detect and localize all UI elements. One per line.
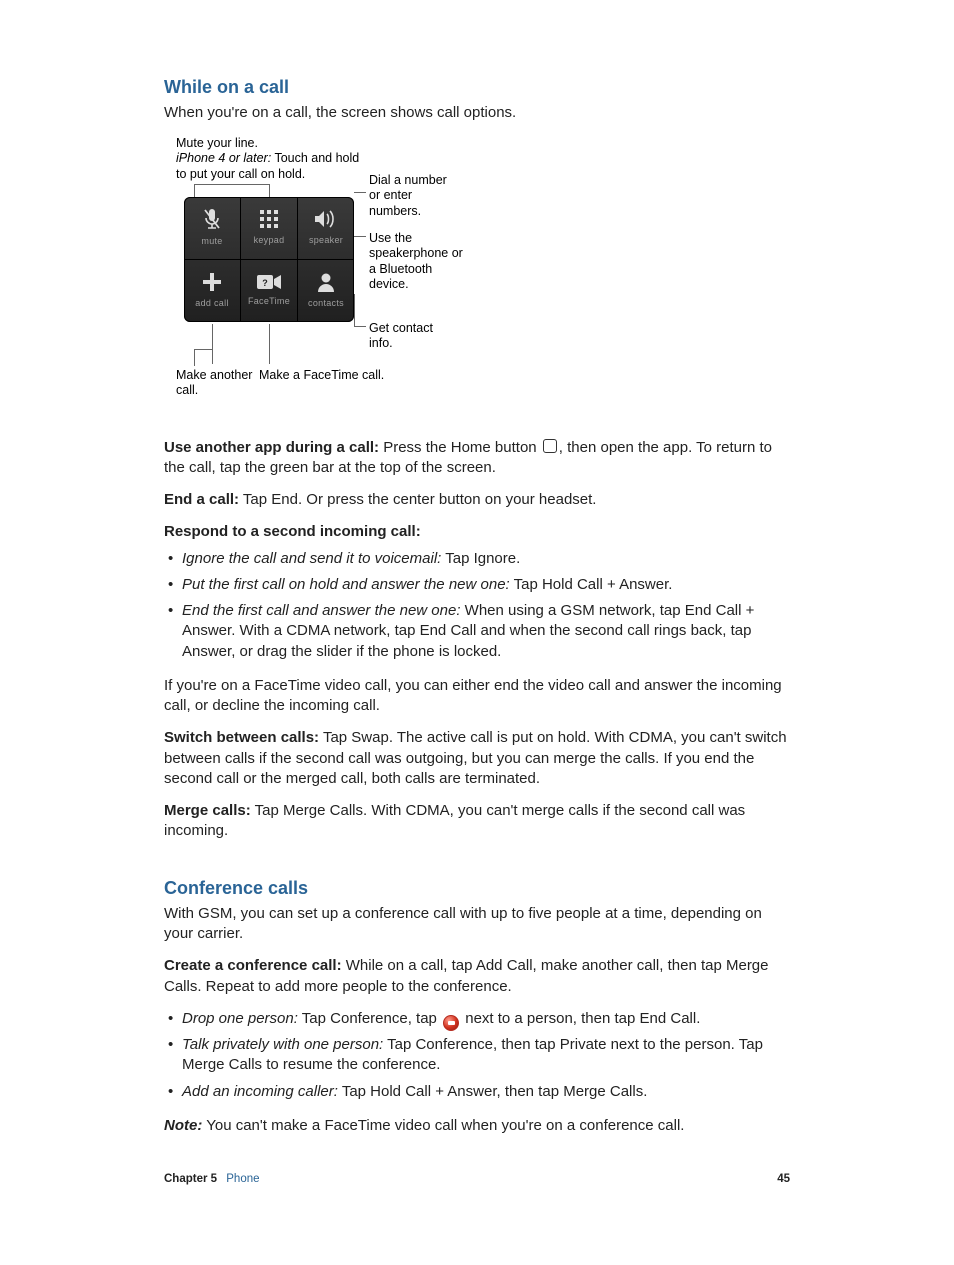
respond-heading: Respond to a second incoming call: — [164, 522, 790, 542]
merge-text: Tap Merge Calls. With CDMA, you can't me… — [164, 802, 745, 839]
keypad-button[interactable]: keypad — [241, 197, 298, 260]
note-text: You can't make a FaceTime video call whe… — [202, 1117, 684, 1134]
contacts-label: contacts — [308, 297, 344, 309]
bullet-body: Tap Ignore. — [441, 550, 520, 567]
switch-label: Switch between calls: — [164, 729, 319, 746]
call-options-panel: mute keypad — [184, 197, 354, 322]
speaker-label: speaker — [309, 234, 343, 246]
page-footer: Chapter 5 Phone 45 — [164, 1173, 790, 1185]
facetime-icon: ? — [256, 273, 282, 291]
callout-mute-line2: iPhone 4 or later: Touch and hold to put… — [176, 151, 366, 182]
callout-dial: Dial a number or enter numbers. — [369, 173, 459, 220]
bullet-lead: Add an incoming caller: — [182, 1083, 338, 1100]
footer-chapter: Chapter 5 — [164, 1173, 217, 1185]
create-conference-para: Create a conference call: While on a cal… — [164, 956, 790, 997]
end-call-red-icon — [443, 1015, 459, 1031]
conference-bullets: Drop one person: Tap Conference, tap nex… — [164, 1009, 790, 1102]
callout-mute-line1: Mute your line. — [176, 136, 366, 152]
plus-icon — [201, 271, 223, 293]
keypad-label: keypad — [254, 234, 285, 246]
bullet-body: Tap Hold Call + Answer. — [510, 576, 673, 593]
facetime-video-para: If you're on a FaceTime video call, you … — [164, 676, 790, 717]
callout-make-another: Make another call. — [176, 368, 256, 399]
mute-label: mute — [201, 235, 222, 247]
list-item: Put the first call on hold and answer th… — [182, 575, 790, 595]
bullet-body: Tap Hold Call + Answer, then tap Merge C… — [338, 1083, 647, 1100]
contacts-icon — [316, 271, 336, 293]
bullet-lead: Talk privately with one person: — [182, 1036, 383, 1053]
bullet-lead: Drop one person: — [182, 1010, 298, 1027]
mute-icon — [202, 207, 222, 231]
conference-note: Note: You can't make a FaceTime video ca… — [164, 1116, 790, 1136]
section1-intro: When you're on a call, the screen shows … — [164, 103, 790, 123]
list-item: End the first call and answer the new on… — [182, 601, 790, 662]
end-call-text: Tap End. Or press the center button on y… — [239, 491, 596, 508]
facetime-button[interactable]: ? FaceTime — [241, 260, 298, 322]
bullet-body-post: next to a person, then tap End Call. — [461, 1010, 700, 1027]
bullet-lead: Ignore the call and send it to voicemail… — [182, 550, 441, 567]
end-call-label: End a call: — [164, 491, 239, 508]
callout-mute-line2-label: iPhone 4 or later: — [176, 151, 271, 165]
home-button-icon — [543, 439, 557, 453]
use-app-label: Use another app during a call: — [164, 439, 379, 456]
facetime-label: FaceTime — [248, 295, 290, 307]
speaker-icon — [313, 208, 339, 230]
respond-bullets: Ignore the call and send it to voicemail… — [164, 549, 790, 662]
list-item: Drop one person: Tap Conference, tap nex… — [182, 1009, 790, 1029]
add-call-button[interactable]: add call — [184, 260, 241, 322]
note-label: Note: — [164, 1117, 202, 1134]
use-another-app: Use another app during a call: Press the… — [164, 438, 790, 479]
list-item: Add an incoming caller: Tap Hold Call + … — [182, 1082, 790, 1102]
footer-chapter-label: Phone — [226, 1173, 259, 1185]
add-call-label: add call — [195, 297, 228, 309]
conference-intro: With GSM, you can set up a conference ca… — [164, 904, 790, 945]
create-label: Create a conference call: — [164, 957, 342, 974]
list-item: Talk privately with one person: Tap Conf… — [182, 1035, 790, 1076]
callout-speaker: Use the speakerphone or a Bluetooth devi… — [369, 231, 469, 294]
bullet-lead: Put the first call on hold and answer th… — [182, 576, 510, 593]
merge-label: Merge calls: — [164, 802, 251, 819]
mute-button[interactable]: mute — [184, 197, 241, 260]
switch-calls-para: Switch between calls: Tap Swap. The acti… — [164, 728, 790, 789]
speaker-button[interactable]: speaker — [298, 197, 354, 260]
bullet-lead: End the first call and answer the new on… — [182, 602, 461, 619]
section-heading-while-on-call: While on a call — [164, 75, 790, 99]
use-app-pre: Press the Home button — [379, 439, 541, 456]
callout-facetime: Make a FaceTime call. — [259, 368, 389, 384]
svg-text:?: ? — [262, 278, 268, 288]
callout-mute: Mute your line. iPhone 4 or later: Touch… — [176, 136, 366, 183]
end-a-call: End a call: Tap End. Or press the center… — [164, 490, 790, 510]
contacts-button[interactable]: contacts — [298, 260, 354, 322]
callout-contacts: Get contact info. — [369, 321, 459, 352]
bullet-body-pre: Tap Conference, tap — [298, 1010, 441, 1027]
footer-page-number: 45 — [777, 1173, 790, 1185]
keypad-icon — [258, 208, 280, 230]
list-item: Ignore the call and send it to voicemail… — [182, 549, 790, 569]
section-heading-conference: Conference calls — [164, 876, 790, 900]
call-options-figure: Mute your line. iPhone 4 or later: Touch… — [164, 136, 794, 416]
merge-calls-para: Merge calls: Tap Merge Calls. With CDMA,… — [164, 801, 790, 842]
